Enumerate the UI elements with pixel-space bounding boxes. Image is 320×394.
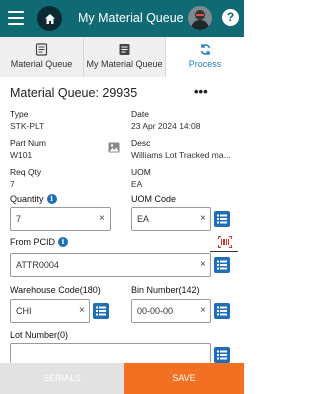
info-icon[interactable]: i xyxy=(46,194,57,204)
document-outline-icon xyxy=(35,43,48,56)
req-qty-value: 7 xyxy=(10,179,15,189)
warehouse-list-button[interactable] xyxy=(93,303,109,319)
bin-list-button[interactable] xyxy=(214,303,230,319)
quantity-value: 7 xyxy=(16,214,22,224)
list-icon xyxy=(214,211,230,227)
quantity-field[interactable]: 7 × xyxy=(10,207,111,231)
from-pcid-list-button[interactable] xyxy=(214,257,230,273)
tab-label: Process xyxy=(188,59,222,69)
barcode-scan-icon[interactable] xyxy=(218,236,232,248)
document-filled-icon xyxy=(119,44,130,55)
more-options-icon[interactable]: ••• xyxy=(194,84,208,99)
warehouse-code-label: Warehouse Code(180) xyxy=(10,285,101,295)
tab-bar: Material Queue My Material Queue Process xyxy=(0,37,244,77)
warehouse-code-value: CHI xyxy=(16,306,32,316)
quantity-label: Quantity i xyxy=(10,194,57,204)
desc-value: Williams Lot Tracked ma... xyxy=(131,150,231,160)
tab-my-material-queue[interactable]: My Material Queue xyxy=(84,37,166,77)
from-pcid-label-text: From PCID xyxy=(10,237,55,247)
list-icon xyxy=(214,347,230,363)
home-icon xyxy=(44,13,55,24)
home-button[interactable] xyxy=(37,6,62,31)
clear-icon[interactable]: × xyxy=(200,259,206,270)
menu-icon[interactable] xyxy=(8,11,24,25)
app-bar: My Material Queue ? xyxy=(0,0,244,37)
part-num-label: Part Num xyxy=(10,138,46,148)
type-label: Type xyxy=(10,109,29,119)
clear-icon[interactable]: × xyxy=(99,213,105,224)
image-icon[interactable] xyxy=(108,142,120,153)
tab-label: Material Queue xyxy=(10,59,73,69)
from-pcid-field[interactable]: ATTR0004 × xyxy=(10,253,211,277)
uom-label: UOM xyxy=(131,167,151,177)
uom-value: EA xyxy=(131,179,143,189)
app-title: My Material Queue xyxy=(78,11,184,25)
help-icon[interactable]: ? xyxy=(222,9,239,26)
page-title: Material Queue: 29935 xyxy=(10,86,138,100)
scan-divider xyxy=(210,251,238,252)
serials-button[interactable]: SERIALS xyxy=(0,363,124,394)
from-pcid-label: From PCID i xyxy=(10,237,68,247)
lot-list-button[interactable] xyxy=(214,347,230,363)
lot-number-field[interactable] xyxy=(10,343,211,363)
sync-icon xyxy=(200,44,210,55)
tab-label: My Material Queue xyxy=(86,59,163,69)
clear-icon[interactable]: × xyxy=(79,305,85,316)
bin-number-label: Bin Number(142) xyxy=(131,285,200,295)
warehouse-code-field[interactable]: CHI × xyxy=(10,299,90,323)
uom-code-value: EA xyxy=(137,214,150,224)
uom-code-field[interactable]: EA × xyxy=(131,207,211,231)
list-icon xyxy=(93,303,109,319)
type-value: STK-PLT xyxy=(10,121,45,131)
info-icon[interactable]: i xyxy=(58,237,68,247)
date-label: Date xyxy=(131,109,149,119)
from-pcid-value: ATTR0004 xyxy=(16,260,59,270)
quantity-label-text: Quantity xyxy=(10,194,44,204)
tab-process[interactable]: Process xyxy=(166,37,244,77)
avatar[interactable] xyxy=(188,6,212,30)
desc-label: Desc xyxy=(131,138,151,148)
uom-code-list-button[interactable] xyxy=(214,211,230,227)
bin-number-field[interactable]: 00-00-00 × xyxy=(131,299,211,323)
clear-icon[interactable]: × xyxy=(200,305,206,316)
save-button[interactable]: SAVE xyxy=(124,363,244,394)
uom-code-label: UOM Code xyxy=(131,194,177,204)
date-value: 23 Apr 2024 14:08 xyxy=(131,121,201,131)
clear-icon[interactable]: × xyxy=(200,213,206,224)
part-num-value: W101 xyxy=(10,150,33,160)
lot-number-label: Lot Number(0) xyxy=(10,330,69,340)
req-qty-label: Req Qty xyxy=(10,167,42,177)
action-bar: SERIALS SAVE xyxy=(0,363,244,394)
tab-material-queue[interactable]: Material Queue xyxy=(0,37,84,77)
list-icon xyxy=(214,303,230,319)
list-icon xyxy=(214,257,230,273)
bin-number-value: 00-00-00 xyxy=(137,306,174,316)
